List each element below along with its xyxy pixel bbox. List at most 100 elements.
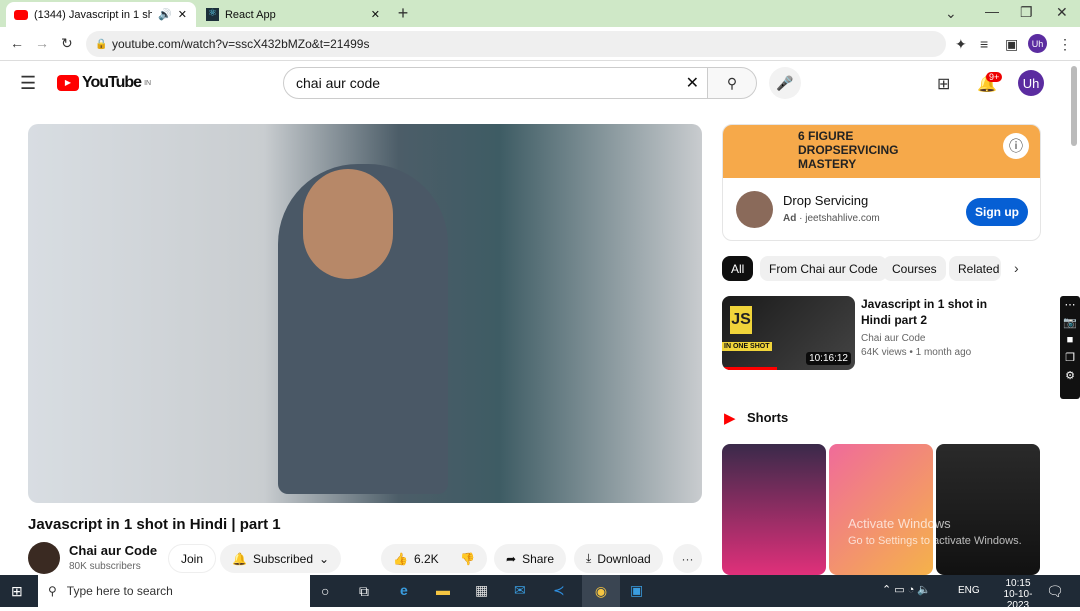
- restore-button[interactable]: ❐: [1020, 4, 1033, 21]
- more-actions-button[interactable]: ···: [673, 544, 702, 573]
- notification-badge: 9+: [986, 72, 1003, 82]
- vscode-icon[interactable]: ≺: [553, 582, 565, 599]
- clock-time: 10:15: [1005, 578, 1031, 589]
- download-label: Download: [597, 551, 651, 566]
- url-text: youtube.com/watch?v=sscX432bMZo&t=21499s: [112, 37, 370, 51]
- tab-title: React App: [224, 8, 276, 21]
- ad-card[interactable]: 6 FIGURE DROPSERVICING MASTERY ⓘ Drop Se…: [722, 124, 1041, 241]
- notification-center-icon[interactable]: 🗨: [1046, 583, 1064, 600]
- download-icon: ⤓: [586, 551, 592, 565]
- chip-from-channel[interactable]: From Chai aur Code: [760, 256, 887, 281]
- banner-line: DROPSERVICING: [798, 143, 899, 157]
- ad-banner: 6 FIGURE DROPSERVICING MASTERY ⓘ: [723, 125, 1040, 178]
- search-button[interactable]: ⚲: [707, 67, 757, 99]
- back-icon[interactable]: ←: [10, 35, 24, 51]
- channel-avatar[interactable]: [28, 542, 60, 574]
- advertiser-avatar: [736, 191, 773, 228]
- speaker-icon[interactable]: 🔊: [158, 8, 172, 21]
- share-icon: ➦: [506, 551, 517, 566]
- clear-search-icon[interactable]: ✕: [686, 73, 699, 93]
- search-input[interactable]: chai aur code ✕: [283, 67, 708, 99]
- short-thumbnail[interactable]: [829, 444, 933, 575]
- task-view-icon[interactable]: ⧉: [359, 583, 369, 600]
- js-logo-icon: JS: [730, 306, 752, 334]
- ad-title[interactable]: Drop Servicing: [783, 193, 868, 208]
- lock-icon: 🔒: [95, 38, 108, 50]
- sidepanel-icon[interactable]: ▣: [1005, 36, 1018, 53]
- photos-icon[interactable]: ▣: [630, 582, 643, 599]
- taskbar-search[interactable]: ⚲ Type here to search: [38, 575, 310, 607]
- store-icon[interactable]: ▦: [475, 582, 488, 599]
- camera-icon[interactable]: 📷: [1063, 316, 1077, 329]
- windows-start-icon[interactable]: ⊞: [11, 583, 23, 600]
- tray-icons[interactable]: ⌃ ▭ ◔ 🔈: [882, 583, 931, 596]
- chrome-icon[interactable]: ◉: [582, 575, 620, 607]
- profile-avatar[interactable]: Uh: [1028, 34, 1047, 53]
- short-thumbnail[interactable]: [722, 444, 826, 575]
- chip-related[interactable]: Related: [949, 256, 1001, 281]
- sign-up-button[interactable]: Sign up: [966, 198, 1028, 226]
- menu-icon[interactable]: ⋮: [1058, 36, 1072, 53]
- banner-line: 6 FIGURE: [798, 129, 854, 143]
- video-thumbnail[interactable]: JS IN ONE SHOT 10:16:12: [722, 296, 855, 370]
- url-field[interactable]: 🔒 youtube.com/watch?v=sscX432bMZo&t=2149…: [86, 31, 946, 57]
- region-label: IN: [144, 79, 152, 87]
- mail-icon[interactable]: ✉: [514, 582, 526, 599]
- hamburger-menu-icon[interactable]: ☰: [20, 73, 36, 94]
- tab-search-icon[interactable]: ⌄: [945, 5, 957, 22]
- close-tab-icon[interactable]: ✕: [178, 8, 187, 21]
- create-icon[interactable]: ⊞: [937, 74, 950, 94]
- channel-name[interactable]: Chai aur Code: [69, 543, 157, 558]
- recommended-channel[interactable]: Chai aur Code: [861, 333, 925, 344]
- tab-youtube[interactable]: (1344) Javascript in 1 shot in 🔊 ✕: [6, 2, 196, 27]
- search-icon: ⚲: [726, 74, 738, 91]
- like-count: 6.2K: [413, 551, 439, 566]
- video-duration: 10:16:12: [806, 352, 851, 365]
- minimize-button[interactable]: —: [985, 3, 999, 19]
- chip-courses[interactable]: Courses: [883, 256, 946, 281]
- activate-windows-hint: Go to Settings to activate Windows.: [848, 535, 1022, 547]
- tab-bar: (1344) Javascript in 1 shot in 🔊 ✕ ⚛ Rea…: [0, 0, 1080, 27]
- cortana-icon[interactable]: ○: [321, 583, 329, 599]
- scrollbar[interactable]: [1071, 66, 1077, 146]
- youtube-logo[interactable]: ▶ YouTube IN: [57, 74, 151, 92]
- clock[interactable]: 10:15 10-10-2023: [994, 578, 1042, 611]
- reload-icon[interactable]: ↻: [61, 35, 73, 52]
- youtube-favicon-icon: [14, 9, 28, 20]
- close-tab-icon[interactable]: ✕: [371, 8, 380, 21]
- language-indicator[interactable]: ENG: [958, 585, 980, 596]
- info-icon[interactable]: ⓘ: [1003, 133, 1029, 159]
- dislike-icon[interactable]: 👎: [460, 552, 475, 566]
- recommended-title[interactable]: Javascript in 1 shot in Hindi part 2: [861, 296, 1011, 328]
- like-button[interactable]: 👍 6.2K 👎: [381, 544, 487, 573]
- chevron-right-icon[interactable]: ›: [1014, 260, 1019, 276]
- thumbnail-badge: IN ONE SHOT: [722, 342, 772, 351]
- share-button[interactable]: ➦ Share: [494, 544, 567, 573]
- search-icon: ⚲: [48, 584, 57, 598]
- copy-icon[interactable]: ❐: [1065, 351, 1075, 364]
- video-player[interactable]: [28, 124, 702, 503]
- tab-react-app[interactable]: ⚛ React App ✕: [198, 2, 388, 27]
- download-button[interactable]: ⤓ Download: [574, 544, 663, 573]
- edge-icon[interactable]: e: [400, 582, 408, 598]
- media-icon[interactable]: ≡: [980, 36, 988, 52]
- upload-age: 1 month ago: [915, 347, 972, 358]
- subscribed-button[interactable]: 🔔 Subscribed ⌄: [220, 544, 342, 573]
- watch-progress: [722, 367, 777, 370]
- ad-label: Ad: [783, 213, 797, 224]
- new-tab-button[interactable]: +: [394, 3, 412, 23]
- voice-search-button[interactable]: 🎤: [769, 67, 801, 99]
- close-window-button[interactable]: ✕: [1056, 4, 1068, 21]
- short-thumbnail[interactable]: [936, 444, 1040, 575]
- join-button[interactable]: Join: [168, 544, 217, 573]
- forward-icon[interactable]: →: [35, 35, 49, 51]
- file-explorer-icon[interactable]: ▬: [436, 582, 450, 598]
- link-icon[interactable]: ⋯: [1065, 298, 1076, 311]
- extensions-icon[interactable]: ✦: [955, 36, 967, 53]
- activate-windows-watermark: Activate Windows: [848, 516, 951, 531]
- settings-icon[interactable]: ⚙: [1065, 369, 1075, 382]
- video-camera-icon[interactable]: ■: [1067, 334, 1074, 346]
- chip-all[interactable]: All: [722, 256, 754, 281]
- account-avatar[interactable]: Uh: [1018, 70, 1044, 96]
- video-title: Javascript in 1 shot in Hindi | part 1: [28, 516, 281, 533]
